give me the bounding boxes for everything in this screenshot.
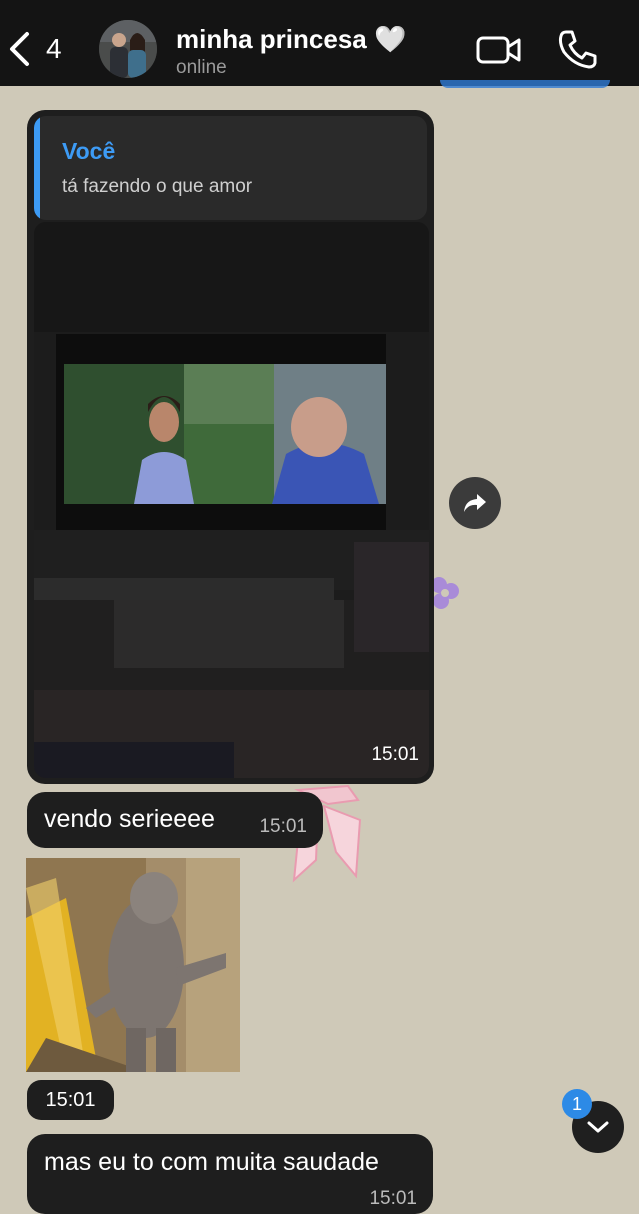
video-call-icon — [476, 36, 521, 64]
voice-call-button[interactable] — [558, 28, 598, 70]
unread-badge: 1 — [562, 1089, 592, 1119]
previous-message-edge — [440, 80, 610, 88]
photo-attachment[interactable]: 15:01 — [34, 222, 429, 778]
forward-button[interactable] — [449, 477, 501, 529]
message-time: 15:01 — [259, 816, 307, 837]
sticker-time-pill: 15:01 — [27, 1080, 114, 1120]
forward-icon — [464, 494, 486, 512]
text-message-bubble[interactable]: mas eu to com muita saudade 15:01 — [27, 1134, 433, 1214]
contact-title[interactable]: minha princesa 🤍 online — [176, 24, 406, 80]
quote-author: Você — [62, 138, 116, 164]
back-chevron-icon — [10, 32, 29, 66]
back-button[interactable]: 4 — [8, 26, 88, 72]
message-text: vendo serieeee — [44, 805, 215, 833]
quote-text: tá fazendo o que amor — [62, 176, 253, 197]
contact-name: minha princesa 🤍 — [176, 24, 407, 54]
cat-sticker-image — [26, 858, 240, 1072]
tv-photo — [34, 222, 429, 778]
sticker-message[interactable] — [26, 858, 240, 1072]
contact-avatar[interactable] — [99, 20, 157, 78]
contact-status: online — [176, 57, 227, 78]
unread-chats-count: 4 — [46, 33, 62, 64]
reply-quote[interactable]: Você tá fazendo o que amor — [34, 116, 427, 220]
message-text: mas eu to com muita saudade — [44, 1148, 379, 1176]
video-call-button[interactable] — [476, 30, 522, 70]
message-time: 15:01 — [369, 1188, 417, 1209]
avatar-photo — [99, 20, 157, 78]
text-message-bubble[interactable]: vendo serieeee 15:01 — [27, 792, 323, 848]
phone-icon — [558, 30, 597, 69]
message-time: 15:01 — [45, 1089, 96, 1111]
message-time: 15:01 — [371, 744, 419, 765]
chat-header: 4 minha princesa 🤍 online — [0, 0, 639, 88]
media-message-bubble[interactable]: Você tá fazendo o que amor 15:01 — [27, 110, 434, 784]
chevron-down-icon — [587, 1121, 609, 1133]
